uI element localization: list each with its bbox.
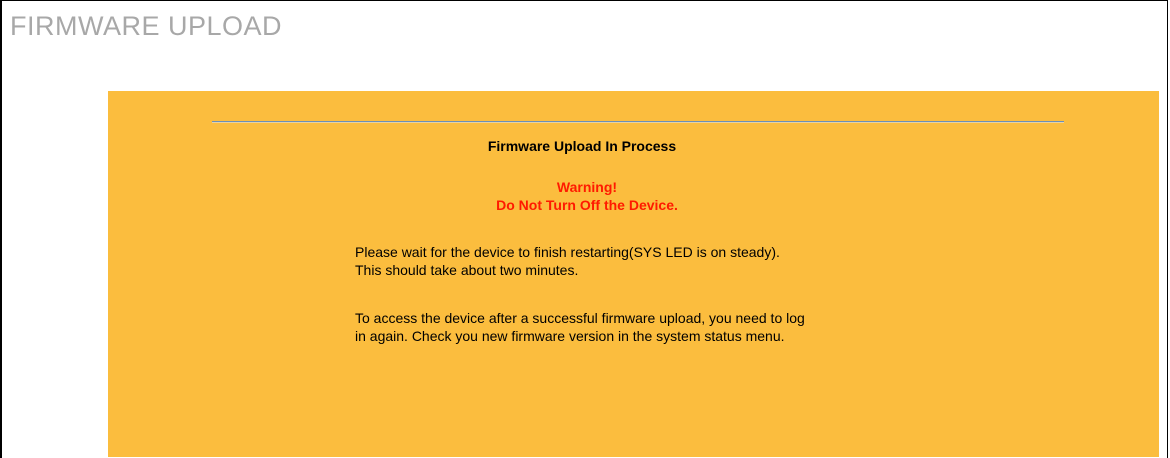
section-divider <box>212 121 1064 123</box>
restart-wait-text-line-1: Please wait for the device to finish res… <box>355 244 780 260</box>
warning-message: Do Not Turn Off the Device. <box>496 197 678 213</box>
upload-status-heading: Firmware Upload In Process <box>487 138 677 154</box>
warning-title: Warning! <box>556 179 618 195</box>
firmware-upload-status-panel: Firmware Upload In Process Warning! Do N… <box>108 91 1159 457</box>
restart-wait-text-line-2: This should take about two minutes. <box>355 262 579 278</box>
firmware-upload-window: FIRMWARE UPLOAD Firmware Upload In Proce… <box>0 0 1168 458</box>
login-again-text-line-1: To access the device after a successful … <box>355 310 805 326</box>
page-title: FIRMWARE UPLOAD <box>10 11 283 41</box>
login-again-text-line-2: in again. Check you new firmware version… <box>355 328 785 344</box>
